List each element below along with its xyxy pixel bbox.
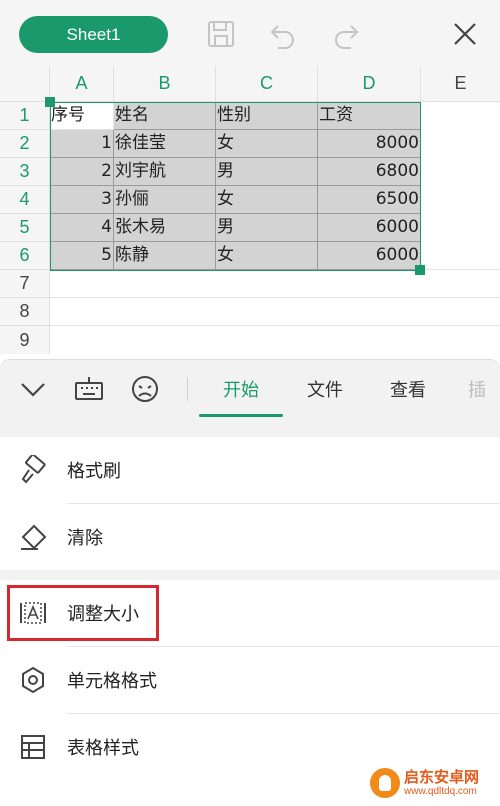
menu-item-label: 清除 (67, 528, 103, 549)
spreadsheet-grid[interactable]: A B C D E 1 2 3 4 5 6 7 8 9 序号 姓名 性别 工资 … (0, 66, 500, 359)
selection-handle-top-left[interactable] (45, 97, 55, 107)
cell-c6[interactable]: 女 (216, 242, 318, 270)
watermark: 启东安卓网 www.qdltdq.com (370, 766, 479, 800)
empty-row-8[interactable] (50, 298, 500, 326)
panel-tab-bar: 开始 文件 查看 插 (0, 360, 500, 418)
cell-b2[interactable]: 徐佳莹 (114, 130, 216, 158)
column-header-d[interactable]: D (318, 66, 421, 102)
cell-c5[interactable]: 男 (216, 214, 318, 242)
cell-c3[interactable]: 男 (216, 158, 318, 186)
column-header-a[interactable]: A (50, 66, 114, 102)
column-header-b[interactable]: B (114, 66, 216, 102)
active-tab-indicator (199, 414, 283, 417)
menu-item-label: 格式刷 (67, 461, 121, 482)
cell-d2[interactable]: 8000 (318, 130, 421, 158)
cell-c1[interactable]: 性别 (216, 102, 318, 130)
menu-item-clear[interactable]: 清除 (0, 504, 500, 570)
empty-row-7[interactable] (50, 270, 500, 298)
menu-item-format-painter[interactable]: 格式刷 (0, 437, 500, 503)
watermark-url: www.qdltdq.com (404, 785, 477, 797)
cell-b1[interactable]: 姓名 (114, 102, 216, 130)
cell-a2[interactable]: 1 (50, 130, 114, 158)
cell-d5[interactable]: 6000 (318, 214, 421, 242)
row-header-5[interactable]: 5 (0, 214, 50, 242)
cell-d3[interactable]: 6800 (318, 158, 421, 186)
format-painter-icon (18, 453, 48, 485)
cell-a1[interactable]: 序号 (50, 102, 114, 130)
close-icon[interactable] (450, 17, 480, 51)
menu-item-label: 表格样式 (67, 738, 139, 759)
menu-item-label: 单元格格式 (67, 671, 157, 692)
cell-c2[interactable]: 女 (216, 130, 318, 158)
undo-icon[interactable] (268, 17, 298, 51)
tab-start[interactable]: 开始 (199, 360, 283, 418)
empty-cells-column-e[interactable] (421, 102, 500, 270)
cell-a5[interactable]: 4 (50, 214, 114, 242)
cell-a6[interactable]: 5 (50, 242, 114, 270)
row-header-7[interactable]: 7 (0, 270, 50, 298)
row-header-8[interactable]: 8 (0, 298, 50, 326)
column-header-e[interactable]: E (421, 66, 500, 102)
watermark-name: 启东安卓网 (404, 767, 480, 786)
tab-insert[interactable]: 插 (468, 360, 500, 418)
row-header-1[interactable]: 1 (0, 102, 50, 130)
menu-item-cell-format[interactable]: 单元格格式 (0, 647, 500, 713)
cell-d6[interactable]: 6000 (318, 242, 421, 270)
feedback-face-icon[interactable] (129, 373, 161, 405)
sheet-name-button[interactable]: Sheet1 (19, 16, 168, 53)
cell-b4[interactable]: 孙俪 (114, 186, 216, 214)
row-header-2[interactable]: 2 (0, 130, 50, 158)
menu-group-format: 格式刷 清除 (0, 437, 500, 570)
chevron-down-icon[interactable] (17, 373, 49, 405)
cell-a4[interactable]: 3 (50, 186, 114, 214)
cell-d1[interactable]: 工资 (318, 102, 421, 130)
watermark-logo-icon (370, 768, 400, 798)
row-header-9[interactable]: 9 (0, 326, 50, 354)
redo-icon[interactable] (331, 17, 361, 51)
gear-icon (18, 665, 48, 695)
table-style-icon (18, 732, 48, 762)
save-icon[interactable] (206, 17, 236, 51)
column-header-c[interactable]: C (216, 66, 318, 102)
select-all-corner[interactable] (0, 66, 50, 102)
row-header-4[interactable]: 4 (0, 186, 50, 214)
cell-b3[interactable]: 刘宇航 (114, 158, 216, 186)
cell-b5[interactable]: 张木易 (114, 214, 216, 242)
keyboard-icon[interactable] (73, 373, 105, 405)
eraser-icon (18, 522, 48, 552)
row-header-3[interactable]: 3 (0, 158, 50, 186)
resize-highlight-box (7, 585, 159, 641)
tab-file[interactable]: 文件 (291, 360, 359, 418)
cell-c4[interactable]: 女 (216, 186, 318, 214)
selection-handle-bottom-right[interactable] (415, 265, 425, 275)
cell-a3[interactable]: 2 (50, 158, 114, 186)
empty-row-9[interactable] (50, 326, 500, 354)
watermark-text: 启东安卓网 www.qdltdq.com (404, 767, 480, 798)
top-toolbar: Sheet1 (0, 0, 500, 66)
tab-bar-separator (187, 377, 188, 401)
cell-b6[interactable]: 陈静 (114, 242, 216, 270)
tab-view[interactable]: 查看 (374, 360, 442, 418)
row-header-6[interactable]: 6 (0, 242, 50, 270)
tools-panel: 开始 文件 查看 插 格式刷 清除 调整大小 单元格格式 表格样式 (0, 359, 500, 806)
cell-d4[interactable]: 6500 (318, 186, 421, 214)
